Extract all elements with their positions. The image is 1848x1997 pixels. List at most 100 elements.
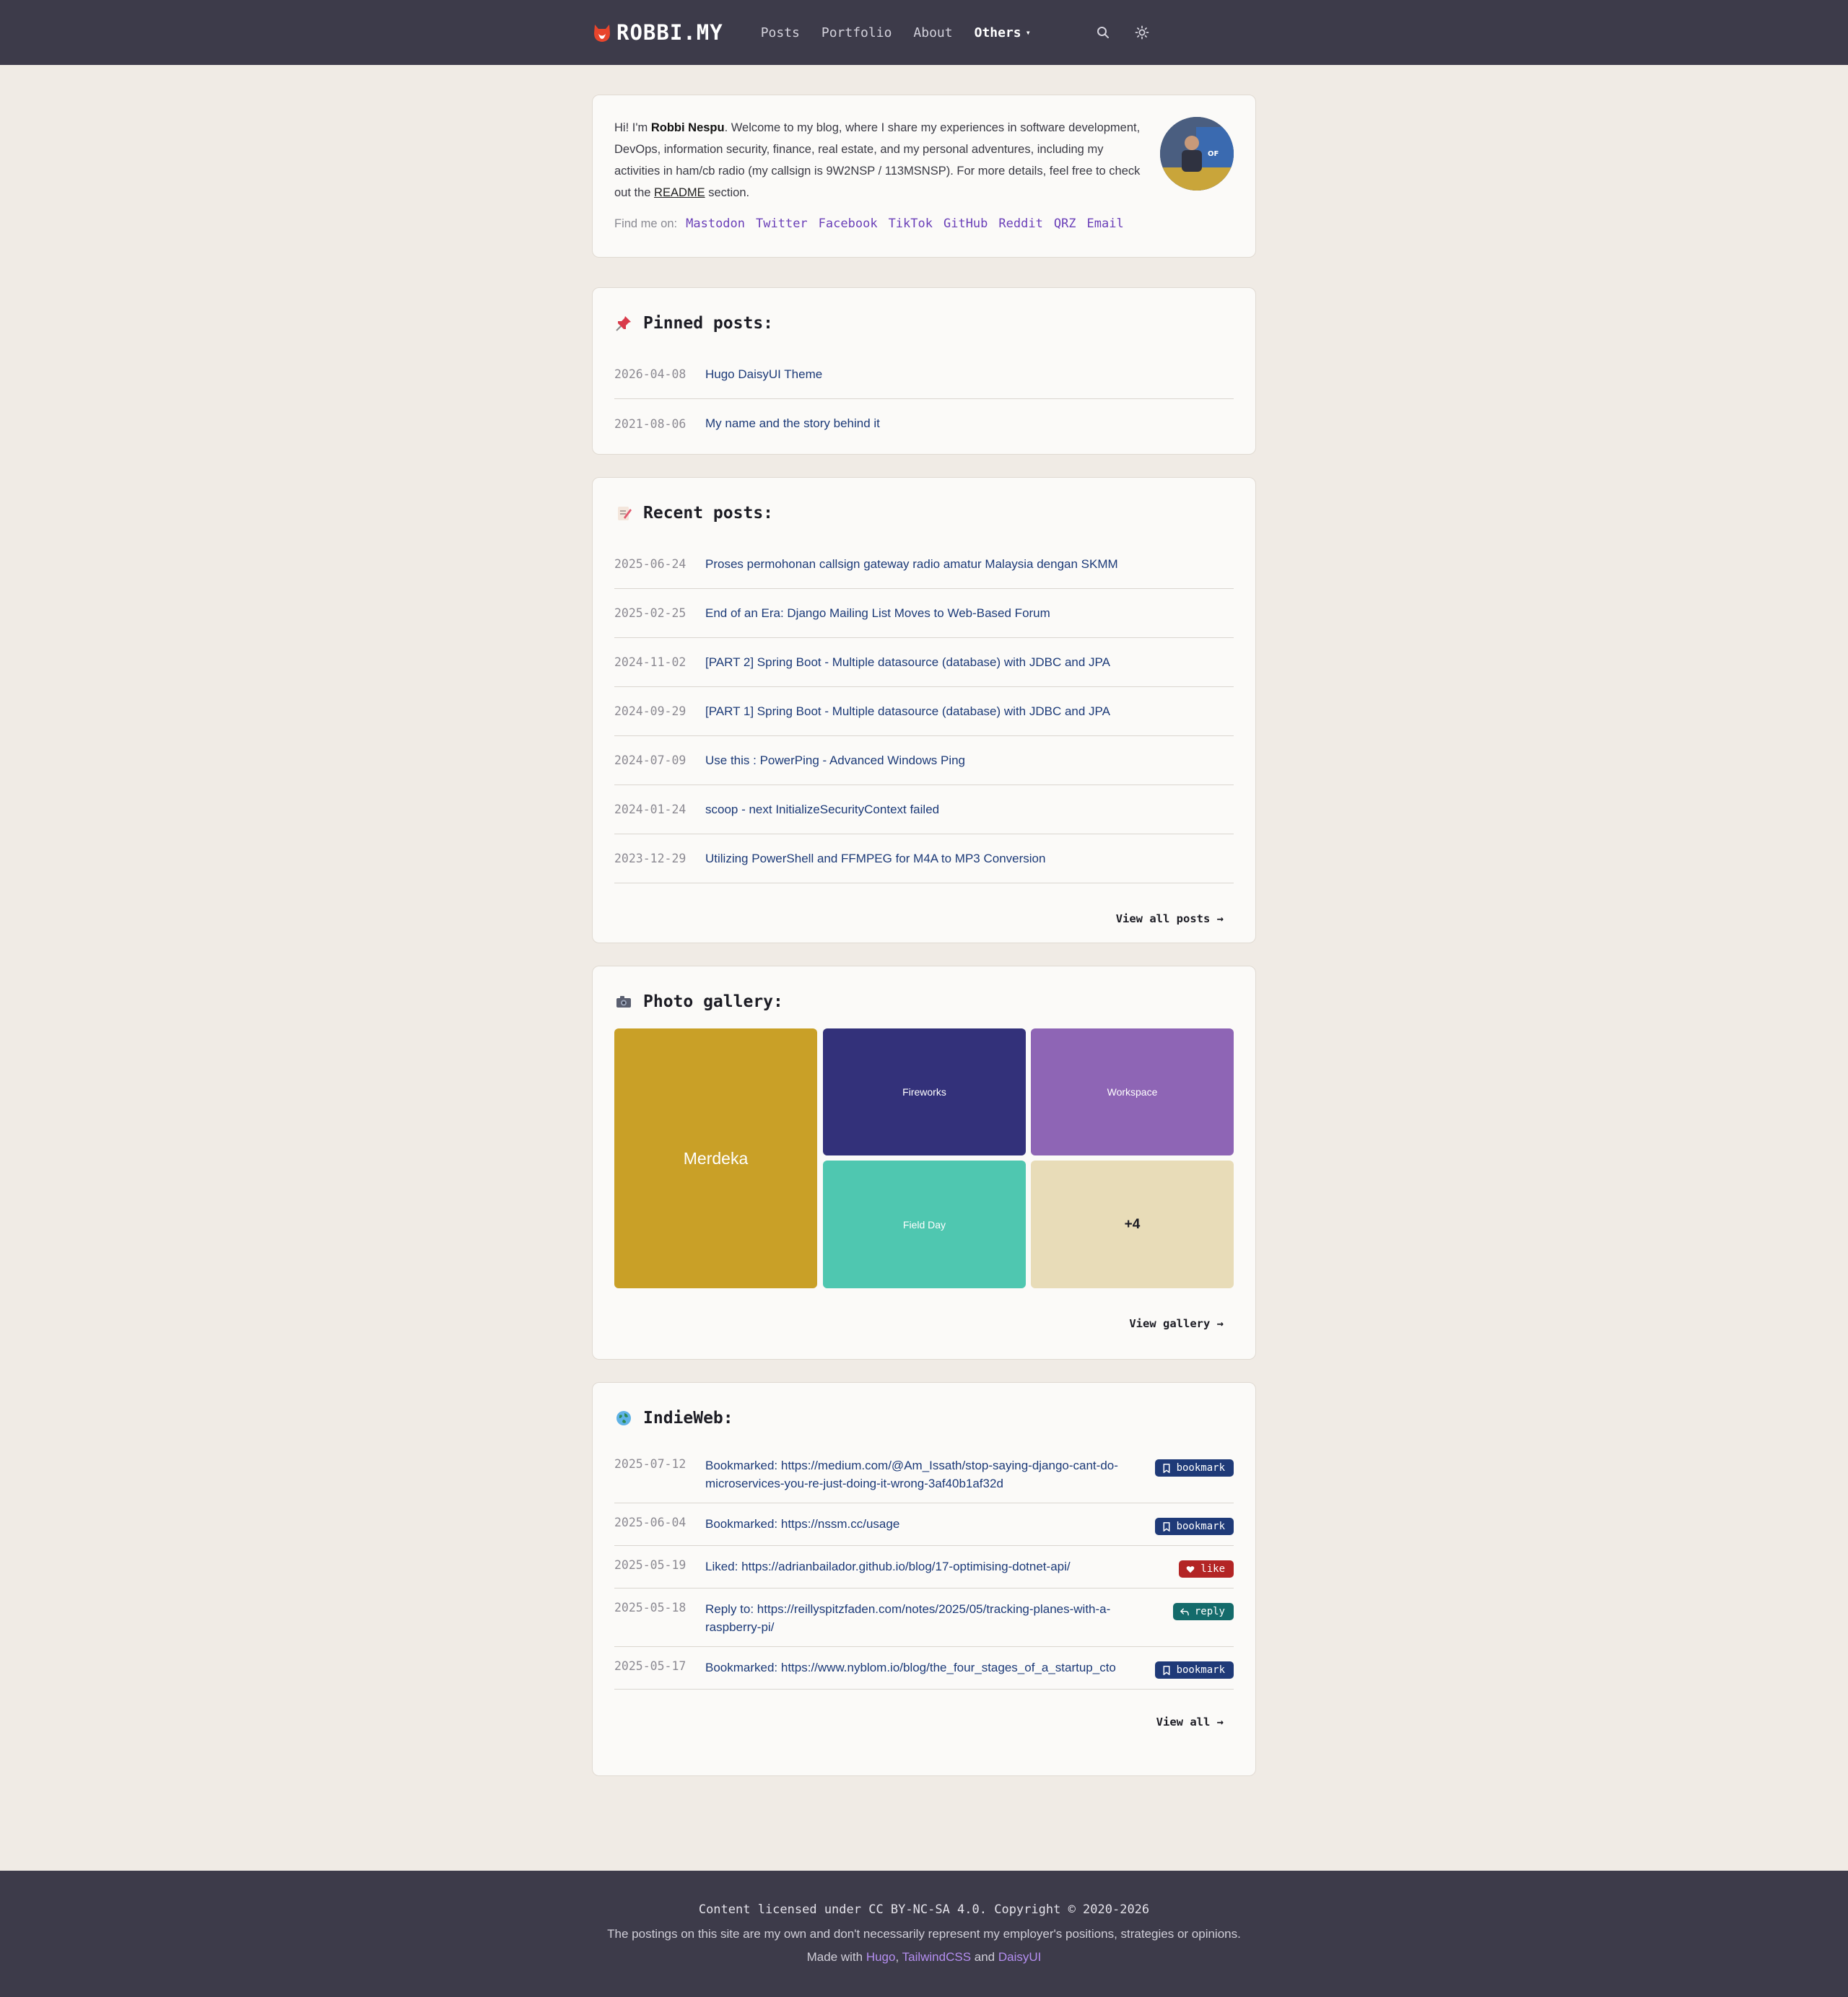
search-icon[interactable] xyxy=(1094,24,1112,41)
post-date: 2021-08-06 xyxy=(614,416,687,431)
indieweb-link[interactable]: Reply to: https://reillyspitzfaden.com/n… xyxy=(705,1600,1173,1636)
navbar: ROBBI.MY Posts Portfolio About Others ▾ xyxy=(0,0,1848,65)
bookmark-icon xyxy=(1163,1665,1170,1675)
social-email[interactable]: Email xyxy=(1087,217,1124,231)
avatar: OF xyxy=(1160,117,1234,191)
footer-credits: Made with Hugo, TailwindCSS and DaisyUI xyxy=(0,1950,1848,1965)
social-facebook[interactable]: Facebook xyxy=(819,217,878,231)
reply-icon xyxy=(1180,1608,1189,1615)
post-date: 2024-01-24 xyxy=(614,803,687,816)
photo-gallery-heading: Photo gallery: xyxy=(614,992,1234,1011)
camera-icon xyxy=(614,992,633,1011)
gallery-tile-fireworks[interactable]: Fireworks xyxy=(823,1028,1026,1155)
chevron-down-icon: ▾ xyxy=(1025,27,1031,38)
pinned-posts-list: 2026-04-08 Hugo DaisyUI Theme 2021-08-06… xyxy=(614,350,1234,448)
gallery-more-count: +4 xyxy=(1124,1216,1141,1232)
badge-label: reply xyxy=(1194,1606,1225,1617)
indieweb-title: IndieWeb: xyxy=(643,1409,733,1428)
list-item[interactable]: 2025-06-04 Bookmarked: https://nssm.cc/u… xyxy=(614,1503,1234,1546)
social-twitter[interactable]: Twitter xyxy=(756,217,808,231)
post-date: 2025-05-18 xyxy=(614,1601,687,1614)
view-all-posts-link[interactable]: View all posts → xyxy=(614,912,1224,925)
author-name: Robbi Nespu xyxy=(650,121,725,134)
gallery-tile-label: Merdeka xyxy=(683,1148,749,1168)
badge-label: bookmark xyxy=(1176,1462,1225,1474)
list-item[interactable]: 2025-05-19 Liked: https://adrianbailador… xyxy=(614,1546,1234,1589)
badge-label: bookmark xyxy=(1176,1664,1225,1676)
badge-label: bookmark xyxy=(1176,1521,1225,1532)
footer-made-with: Made with xyxy=(806,1950,866,1964)
social-links: Find me on: Mastodon Twitter Facebook Ti… xyxy=(614,217,1234,231)
list-item[interactable]: 2025-07-12 Bookmarked: https://medium.co… xyxy=(614,1445,1234,1503)
svg-text:OF: OF xyxy=(1208,150,1219,158)
nav-others-dropdown[interactable]: Others ▾ xyxy=(975,25,1031,40)
bookmark-badge: bookmark xyxy=(1154,1661,1234,1679)
post-link[interactable]: Proses permohonan callsign gateway radio… xyxy=(705,557,1118,572)
bookmark-badge: bookmark xyxy=(1154,1459,1234,1477)
reply-badge: reply xyxy=(1172,1603,1234,1620)
social-tiktok[interactable]: TikTok xyxy=(889,217,933,231)
indieweb-link[interactable]: Liked: https://adrianbailador.github.io/… xyxy=(705,1557,1179,1576)
post-link[interactable]: Hugo DaisyUI Theme xyxy=(705,367,822,382)
post-link[interactable]: scoop - next InitializeSecurityContext f… xyxy=(705,803,939,817)
post-date: 2025-06-24 xyxy=(614,557,687,571)
intro-text: Hi! I'm Robbi Nespu. Welcome to my blog,… xyxy=(614,117,1149,204)
post-link[interactable]: My name and the story behind it xyxy=(705,416,880,431)
list-item[interactable]: 2025-06-24 Proses permohonan callsign gat… xyxy=(614,540,1234,589)
photo-gallery-card: Photo gallery: Merdeka Fireworks Workspa… xyxy=(592,966,1256,1360)
tailwind-link[interactable]: TailwindCSS xyxy=(902,1950,971,1964)
pinned-posts-title: Pinned posts: xyxy=(643,314,774,333)
hugo-link[interactable]: Hugo xyxy=(866,1950,896,1964)
bookmark-badge: bookmark xyxy=(1154,1518,1234,1535)
daisyui-link[interactable]: DaisyUI xyxy=(998,1950,1042,1964)
view-all-indieweb-link[interactable]: View all → xyxy=(614,1716,1224,1729)
post-date: 2025-02-25 xyxy=(614,606,687,620)
sun-icon[interactable] xyxy=(1133,24,1151,41)
post-link[interactable]: End of an Era: Django Mailing List Moves… xyxy=(705,606,1050,621)
bookmark-icon xyxy=(1163,1463,1170,1473)
indieweb-link[interactable]: Bookmarked: https://www.nyblom.io/blog/t… xyxy=(705,1659,1155,1677)
post-link[interactable]: Utilizing PowerShell and FFMPEG for M4A … xyxy=(705,852,1045,866)
post-date: 2025-06-04 xyxy=(614,1516,687,1529)
recent-posts-list: 2025-06-24 Proses permohonan callsign gat… xyxy=(614,540,1234,883)
list-item[interactable]: 2025-05-17 Bookmarked: https://www.nyblo… xyxy=(614,1647,1234,1690)
social-mastodon[interactable]: Mastodon xyxy=(686,217,745,231)
view-gallery-link[interactable]: View gallery → xyxy=(614,1317,1224,1330)
photo-gallery-title: Photo gallery: xyxy=(643,992,783,1011)
post-link[interactable]: Use this : PowerPing - Advanced Windows … xyxy=(705,753,965,768)
gallery-tile-more[interactable]: +4 xyxy=(1031,1161,1234,1288)
like-badge: like xyxy=(1179,1560,1234,1578)
nav-about[interactable]: About xyxy=(913,25,952,40)
social-reddit[interactable]: Reddit xyxy=(998,217,1042,231)
list-item[interactable]: 2026-04-08 Hugo DaisyUI Theme xyxy=(614,350,1234,399)
list-item[interactable]: 2024-09-29 [PART 1] Spring Boot - Multipl… xyxy=(614,687,1234,736)
social-github[interactable]: GitHub xyxy=(943,217,988,231)
list-item[interactable]: 2024-07-09 Use this : PowerPing - Advance… xyxy=(614,736,1234,785)
gallery-tile-workspace[interactable]: Workspace xyxy=(1031,1028,1234,1155)
site-logo[interactable]: ROBBI.MY xyxy=(592,20,723,45)
gallery-grid: Merdeka Fireworks Workspace Field Day +4 xyxy=(614,1028,1234,1288)
indieweb-link[interactable]: Bookmarked: https://medium.com/@Am_Issat… xyxy=(705,1456,1155,1493)
post-date: 2024-11-02 xyxy=(614,655,687,669)
intro-pre: Hi! I'm xyxy=(614,121,651,134)
indieweb-heading: IndieWeb: xyxy=(614,1409,1234,1428)
social-qrz[interactable]: QRZ xyxy=(1054,217,1076,231)
post-date: 2025-05-19 xyxy=(614,1558,687,1572)
nav-portfolio[interactable]: Portfolio xyxy=(821,25,892,40)
list-item[interactable]: 2024-01-24 scoop - next InitializeSecurit… xyxy=(614,785,1234,834)
post-date: 2025-05-17 xyxy=(614,1659,687,1673)
findme-label: Find me on: xyxy=(614,217,678,230)
gallery-tile-field-day[interactable]: Field Day xyxy=(823,1161,1026,1288)
indieweb-link[interactable]: Bookmarked: https://nssm.cc/usage xyxy=(705,1515,1155,1533)
list-item[interactable]: 2025-02-25 End of an Era: Django Mailing … xyxy=(614,589,1234,638)
post-link[interactable]: [PART 1] Spring Boot - Multiple datasour… xyxy=(705,704,1110,719)
list-item[interactable]: 2023-12-29 Utilizing PowerShell and FFMPE… xyxy=(614,834,1234,883)
pinned-posts-card: Pinned posts: 2026-04-08 Hugo DaisyUI Th… xyxy=(592,287,1256,455)
post-link[interactable]: [PART 2] Spring Boot - Multiple datasour… xyxy=(705,655,1110,670)
list-item[interactable]: 2024-11-02 [PART 2] Spring Boot - Multipl… xyxy=(614,638,1234,687)
list-item[interactable]: 2021-08-06 My name and the story behind … xyxy=(614,399,1234,448)
list-item[interactable]: 2025-05-18 Reply to: https://reillyspitz… xyxy=(614,1589,1234,1647)
gallery-tile-merdeka[interactable]: Merdeka xyxy=(614,1028,817,1288)
readme-link[interactable]: README xyxy=(654,186,705,199)
nav-posts[interactable]: Posts xyxy=(761,25,800,40)
